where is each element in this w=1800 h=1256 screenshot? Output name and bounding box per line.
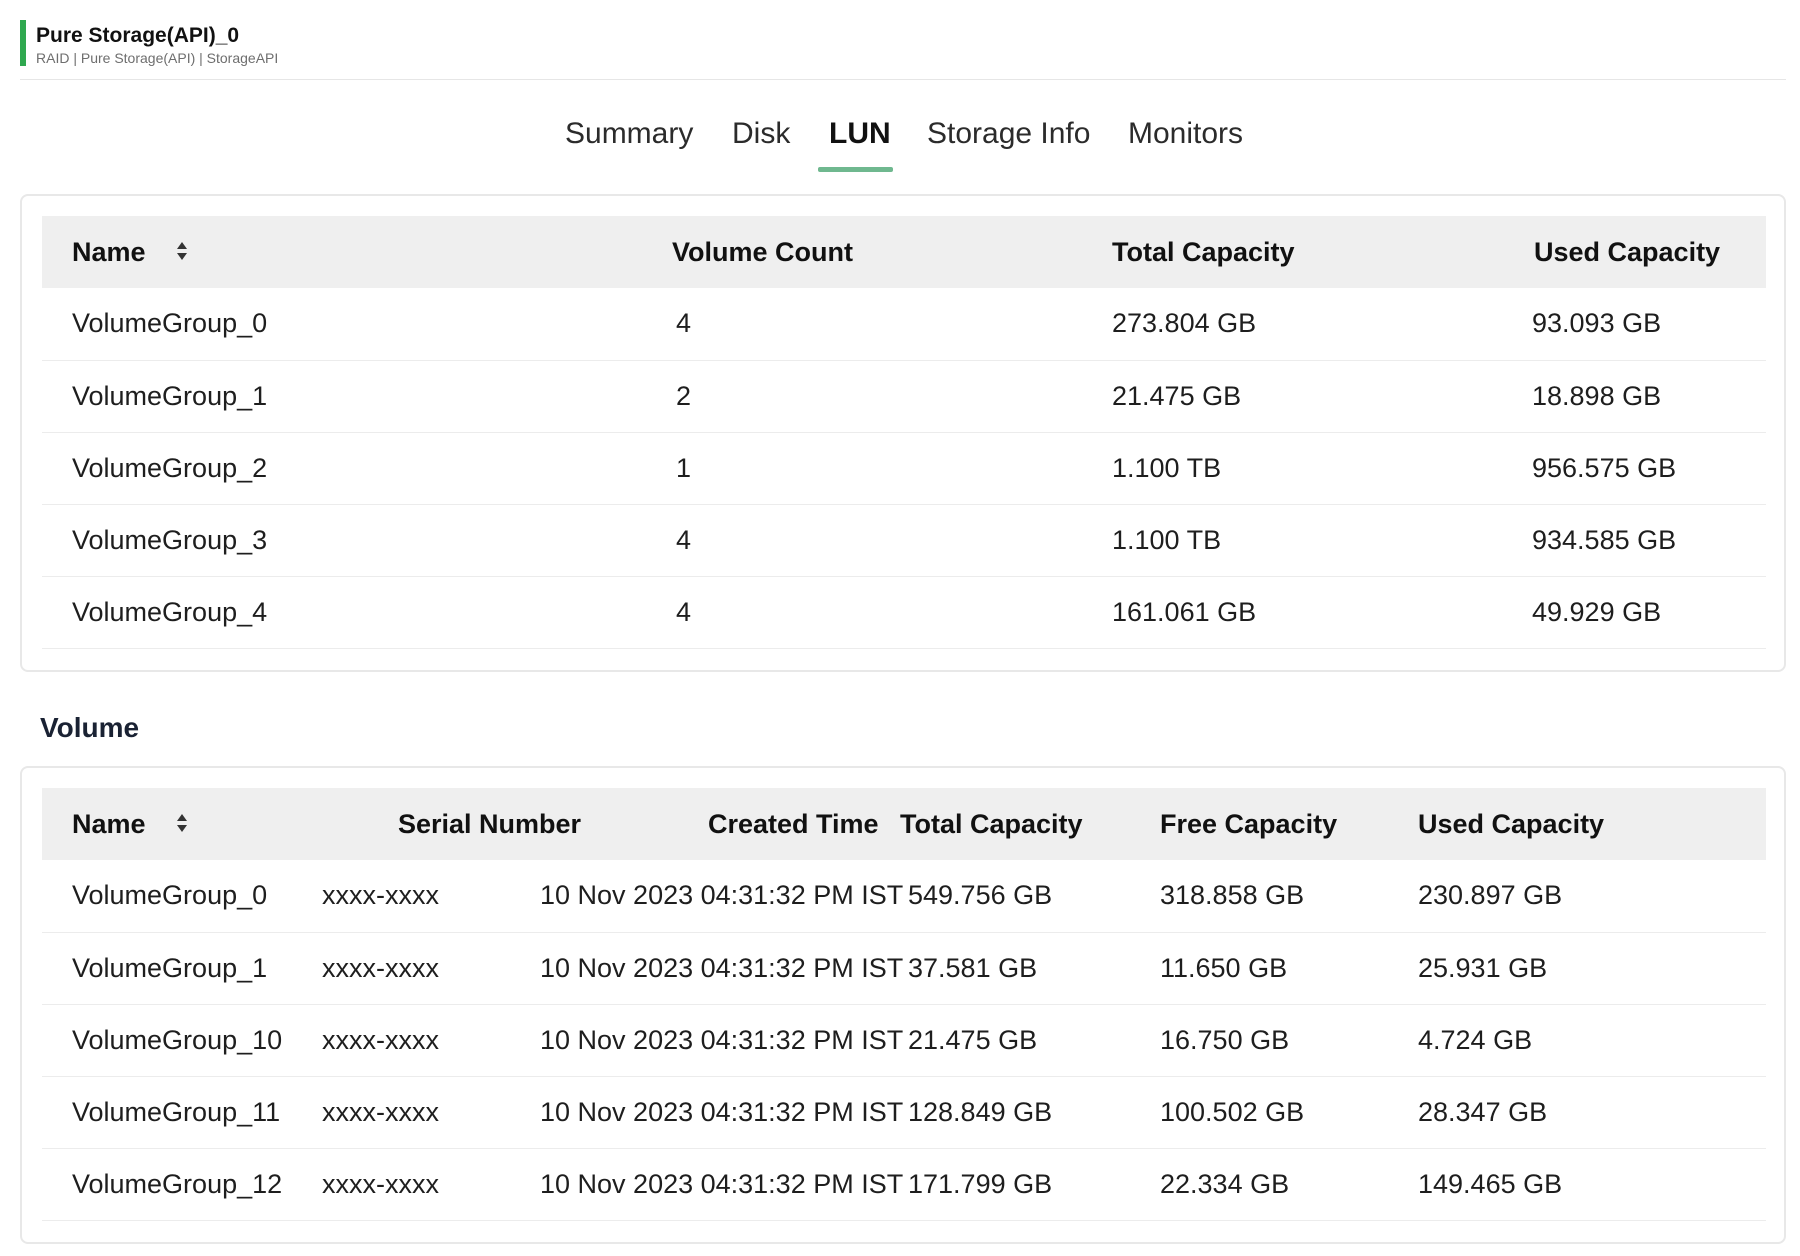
table-row[interactable]: VolumeGroup_4 4 161.061 GB 49.929 GB bbox=[42, 576, 1766, 648]
page-header: Pure Storage(API)_0 RAID | Pure Storage(… bbox=[20, 20, 1786, 80]
table-cell: xxxx-xxxx bbox=[322, 1096, 439, 1127]
tab-disk[interactable]: Disk bbox=[732, 117, 790, 151]
section-title-volume: Volume bbox=[40, 712, 140, 743]
table-cell: 171.799 GB bbox=[908, 1168, 1053, 1199]
table-cell: 149.465 GB bbox=[1418, 1168, 1563, 1199]
table-cell: 4 bbox=[676, 308, 692, 339]
column-header-label: Serial Number bbox=[398, 808, 582, 839]
table-cell: 18.898 GB bbox=[1532, 380, 1662, 411]
table-cell: 1 bbox=[676, 452, 692, 483]
table-cell: 21.475 GB bbox=[1112, 380, 1242, 411]
table-cell: 10 Nov 2023 04:31:32 PM IST bbox=[540, 1096, 904, 1127]
sort-icon[interactable] bbox=[175, 240, 189, 262]
column-header-total-capacity: Total Capacity bbox=[1112, 236, 1295, 267]
table-cell: 1.100 TB bbox=[1112, 524, 1222, 555]
column-header-used-capacity: Used Capacity bbox=[1534, 236, 1721, 267]
column-header-total-capacity: Total Capacity bbox=[900, 808, 1083, 839]
table-cell: 10 Nov 2023 04:31:32 PM IST bbox=[540, 880, 904, 911]
table-cell: xxxx-xxxx bbox=[322, 1024, 439, 1055]
table-row[interactable]: VolumeGroup_2 1 1.100 TB 956.575 GB bbox=[42, 432, 1766, 504]
volume-table: Name Serial Number Created Time Total Ca… bbox=[42, 788, 1766, 1221]
tab-bar: Summary Disk LUN Storage Info Monitors bbox=[0, 105, 1800, 175]
table-cell: 21.475 GB bbox=[908, 1024, 1038, 1055]
table-cell: 273.804 GB bbox=[1112, 308, 1257, 339]
table-cell: 49.929 GB bbox=[1532, 596, 1662, 627]
table-cell: 10 Nov 2023 04:31:32 PM IST bbox=[540, 952, 904, 983]
table-cell: xxxx-xxxx bbox=[322, 880, 439, 911]
table-cell: 1.100 TB bbox=[1112, 452, 1222, 483]
table-cell: 100.502 GB bbox=[1160, 1096, 1305, 1127]
table-cell: 28.347 GB bbox=[1418, 1096, 1548, 1127]
table-row[interactable]: VolumeGroup_1 xxxx-xxxx 10 Nov 2023 04:31:… bbox=[42, 932, 1766, 1004]
table-row[interactable]: VolumeGroup_0 xxxx-xxxx 10 Nov 2023 04:31:… bbox=[42, 860, 1766, 932]
column-header-name[interactable]: Name bbox=[42, 216, 642, 288]
table-cell: VolumeGroup_12 bbox=[72, 1168, 283, 1199]
column-header-label: Name bbox=[72, 808, 146, 839]
sort-icon[interactable] bbox=[175, 812, 189, 834]
column-header-volume-count: Volume Count bbox=[672, 236, 853, 267]
table-cell: 93.093 GB bbox=[1532, 308, 1662, 339]
column-header-free-capacity: Free Capacity bbox=[1160, 808, 1338, 839]
tab-lun[interactable]: LUN bbox=[829, 117, 891, 151]
table-cell: 230.897 GB bbox=[1418, 880, 1563, 911]
table-cell: VolumeGroup_1 bbox=[72, 952, 268, 983]
table-cell: xxxx-xxxx bbox=[322, 1168, 439, 1199]
table-cell: 4.724 GB bbox=[1418, 1024, 1533, 1055]
table-cell: xxxx-xxxx bbox=[322, 952, 439, 983]
lun-table-body: VolumeGroup_0 4 273.804 GB 93.093 GB VolumeG… bbox=[42, 288, 1766, 648]
table-cell: 22.334 GB bbox=[1160, 1168, 1290, 1199]
column-header-name[interactable]: Name bbox=[42, 788, 322, 860]
table-cell: 4 bbox=[676, 596, 692, 627]
column-header-serial-number: Serial Number bbox=[322, 788, 581, 860]
tab-summary[interactable]: Summary bbox=[565, 117, 693, 151]
lun-table-card: Name Volume Count Total Capacity Used Ca… bbox=[20, 194, 1786, 672]
column-header-label: Name bbox=[72, 236, 146, 267]
table-cell: 16.750 GB bbox=[1160, 1024, 1290, 1055]
table-cell: VolumeGroup_0 bbox=[72, 880, 268, 911]
table-cell: 549.756 GB bbox=[908, 880, 1053, 911]
table-cell: 956.575 GB bbox=[1532, 452, 1677, 483]
table-row[interactable]: VolumeGroup_1 2 21.475 GB 18.898 GB bbox=[42, 360, 1766, 432]
table-header-row: Name Serial Number Created Time Total Ca… bbox=[42, 788, 1766, 860]
table-row[interactable]: VolumeGroup_3 4 1.100 TB 934.585 GB bbox=[42, 504, 1766, 576]
page-title: Pure Storage(API)_0 bbox=[36, 24, 240, 47]
table-cell: VolumeGroup_0 bbox=[72, 308, 268, 339]
table-cell: 10 Nov 2023 04:31:32 PM IST bbox=[540, 1024, 904, 1055]
table-cell: 318.858 GB bbox=[1160, 880, 1305, 911]
table-cell: 161.061 GB bbox=[1112, 596, 1257, 627]
table-cell: VolumeGroup_2 bbox=[72, 452, 268, 483]
column-header-label: Created Time bbox=[708, 808, 879, 839]
active-tab-indicator bbox=[818, 167, 893, 172]
table-cell: VolumeGroup_4 bbox=[72, 596, 268, 627]
table-cell: 934.585 GB bbox=[1532, 524, 1677, 555]
breadcrumb: RAID | Pure Storage(API) | StorageAPI bbox=[36, 50, 279, 66]
tab-storage-info[interactable]: Storage Info bbox=[927, 117, 1090, 151]
column-header-used-capacity: Used Capacity bbox=[1418, 808, 1605, 839]
header-accent-bar bbox=[20, 20, 26, 66]
table-row[interactable]: VolumeGroup_0 4 273.804 GB 93.093 GB bbox=[42, 288, 1766, 360]
table-cell: VolumeGroup_11 bbox=[72, 1096, 281, 1127]
table-row[interactable]: VolumeGroup_10 xxxx-xxxx 10 Nov 2023 04:31… bbox=[42, 1004, 1766, 1076]
lun-table: Name Volume Count Total Capacity Used Ca… bbox=[42, 216, 1766, 649]
tab-monitors[interactable]: Monitors bbox=[1128, 117, 1243, 151]
volume-table-body: VolumeGroup_0 xxxx-xxxx 10 Nov 2023 04:31:… bbox=[42, 860, 1766, 1220]
table-row[interactable]: VolumeGroup_11 xxxx-xxxx 10 Nov 2023 04:31… bbox=[42, 1076, 1766, 1148]
table-cell: 10 Nov 2023 04:31:32 PM IST bbox=[540, 1168, 904, 1199]
table-row[interactable]: VolumeGroup_12 xxxx-xxxx 10 Nov 2023 04:31… bbox=[42, 1148, 1766, 1220]
table-cell: VolumeGroup_3 bbox=[72, 524, 268, 555]
volume-table-card: Name Serial Number Created Time Total Ca… bbox=[20, 766, 1786, 1244]
table-cell: VolumeGroup_1 bbox=[72, 380, 268, 411]
table-cell: VolumeGroup_10 bbox=[72, 1024, 283, 1055]
table-cell: 2 bbox=[676, 380, 692, 411]
table-cell: 25.931 GB bbox=[1418, 952, 1548, 983]
table-cell: 4 bbox=[676, 524, 692, 555]
table-cell: 37.581 GB bbox=[908, 952, 1038, 983]
table-header-row: Name Volume Count Total Capacity Used Ca… bbox=[42, 216, 1766, 288]
table-cell: 11.650 GB bbox=[1160, 952, 1288, 983]
table-cell: 128.849 GB bbox=[908, 1096, 1053, 1127]
